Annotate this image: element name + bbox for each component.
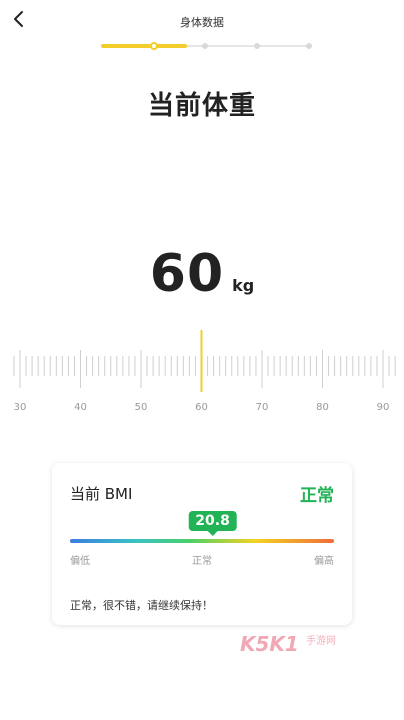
- watermark-sub: 手游网: [306, 636, 336, 647]
- step-progress: [101, 42, 312, 50]
- progress-step-dot: [150, 42, 158, 50]
- progress-fill: [101, 44, 188, 48]
- page-title: 身体数据: [180, 16, 224, 29]
- weight-value: 60: [149, 244, 225, 304]
- bmi-scale-bar: [70, 539, 334, 543]
- ruler-tick-label: 60: [195, 402, 208, 413]
- progress-step-dot: [202, 43, 208, 49]
- ruler-tick-label: 50: [135, 402, 148, 413]
- watermark-logo: K5K1: [240, 632, 299, 656]
- bmi-title: 当前 BMI: [70, 485, 133, 503]
- bmi-message: 正常，很不错，请继续保持！: [70, 599, 213, 612]
- bmi-value-badge: 20.8: [188, 511, 237, 536]
- progress-step-dot: [254, 43, 260, 49]
- ruler-tick-label: 70: [256, 402, 269, 413]
- bmi-label-normal: 正常: [192, 556, 212, 567]
- ruler-tick-label: 30: [14, 402, 27, 413]
- weight-display: 60 kg: [0, 244, 404, 304]
- bmi-status: 正常: [300, 486, 334, 506]
- ruler-tick-label: 40: [74, 402, 87, 413]
- bmi-label-high: 偏高: [314, 556, 334, 567]
- ruler-tick-label: 80: [316, 402, 329, 413]
- weight-unit: kg: [232, 276, 255, 295]
- ruler-tick-label: 90: [377, 402, 390, 413]
- bmi-card: 当前 BMI 正常 20.8 偏低 正常 偏高 正常，很不错，请继续保持！: [52, 463, 352, 625]
- bmi-label-low: 偏低: [70, 556, 90, 567]
- progress-step-dot: [306, 43, 312, 49]
- weight-ruler-slider[interactable]: 30 40 50 60 70 80 90: [0, 330, 404, 420]
- weight-heading: 当前体重: [147, 91, 256, 121]
